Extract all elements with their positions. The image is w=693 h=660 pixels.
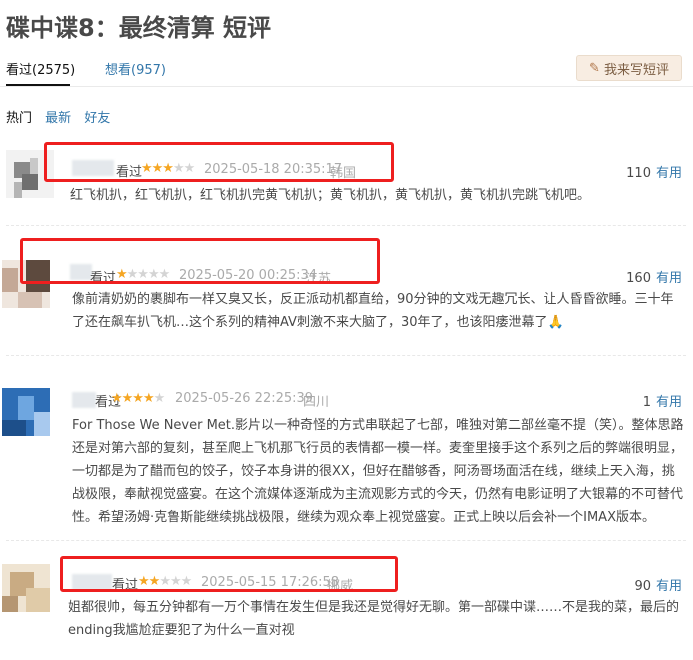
comment-line: 性。希望汤姆·克鲁斯能继续挑战极限，继续为观众奉上视觉盛宴。正式上映以后会补一个… — [72, 510, 655, 525]
vote-area: 160 有用 — [626, 267, 682, 286]
vote-area: 1 有用 — [643, 391, 682, 410]
comment-line: 一切都是为了醋而包的饺子，饺子本身讲的很XX，但好在醋够香，阿汤哥场面活在线，继… — [72, 464, 675, 479]
comment-location: 四川 — [303, 395, 330, 410]
divider — [6, 225, 686, 226]
comment-line: ending我尴尬症要犯了为什么一直对视 — [68, 623, 295, 638]
comment-item: 看过 ★★★★★ 2025-05-15 17:26:58 挪威 90 有用 姐都很… — [0, 548, 693, 660]
highlight-box — [20, 238, 380, 284]
comment-item: 看过 ★★★★★ 2025-05-20 00:25:34 江苏 160 有用 像前… — [0, 232, 693, 344]
comment-text: 红飞机扒，红飞机扒，红飞机扒完黄飞机扒；黄飞机扒，黄飞机扒，黄飞机扒完跳飞机吧。 — [70, 184, 682, 207]
vote-area: 110 有用 — [626, 162, 682, 181]
comment-line: 姐都很帅，每五分钟都有一万个事情在发生但是我还是觉得好无聊。第一部碟中谍……不是… — [68, 600, 680, 615]
comment-line: 红飞机扒，红飞机扒，红飞机扒完黄飞机扒；黄飞机扒，黄飞机扒，黄飞机扒完跳飞机吧。 — [70, 188, 591, 203]
comment-item: 看过 ★★★★★ 2025-05-18 20:35:17 韩国 110 有用 红飞… — [0, 140, 693, 212]
rating-stars: ★★★★★ — [111, 391, 165, 406]
tab-want-to-watch[interactable]: 想看(957) — [105, 59, 166, 78]
tab-watched[interactable]: 看过(2575) — [6, 59, 75, 78]
pray-emoji-icon: 🙏 — [547, 315, 564, 330]
comment-text: 像前清奶奶的裹脚布一样又臭又长，反正派动机都直给，90分钟的文戏无趣冗长、让人昏… — [72, 288, 684, 334]
avatar[interactable] — [2, 564, 50, 612]
sort-options: 热门 最新 好友 — [6, 107, 119, 126]
comment-line: 了还在飙车扒飞机…这个系列的精神AV刺激不来大脑了，30年了，也该阳痿泄幕了🙏 — [72, 315, 564, 330]
pencil-icon: ✎ — [589, 60, 600, 76]
comment-line: 还是对第六部的复刻，甚至爬上飞机那飞行员的表情都一模一样。麦奎里接手这个系列之后… — [72, 441, 684, 456]
useful-button[interactable]: 有用 — [656, 579, 682, 594]
vote-count: 110 — [626, 166, 651, 181]
vote-count: 160 — [626, 271, 651, 286]
vote-area: 90 有用 — [634, 575, 682, 594]
author-name[interactable] — [72, 392, 96, 408]
comment-text: For Those We Never Met.影片以一种奇怪的方式串联起了七部，… — [72, 414, 684, 529]
useful-button[interactable]: 有用 — [656, 271, 682, 286]
divider — [6, 355, 686, 356]
useful-button[interactable]: 有用 — [656, 166, 682, 181]
vote-count: 90 — [634, 579, 651, 594]
write-review-button[interactable]: ✎ 我来写短评 — [576, 55, 682, 81]
divider — [6, 540, 686, 541]
sort-friends[interactable]: 好友 — [84, 111, 110, 126]
highlight-box — [60, 556, 398, 592]
sort-hot[interactable]: 热门 — [6, 111, 32, 126]
useful-button[interactable]: 有用 — [656, 395, 682, 410]
page-title: 碟中谍8：最终清算 短评 — [6, 14, 272, 42]
highlight-box — [44, 142, 394, 182]
vote-count: 1 — [642, 395, 651, 410]
comment-line: 战极限，奉献视觉盛宴。在这个流媒体逐渐成为主流观影方式的今天，仍然有电影证明了大… — [72, 487, 684, 502]
active-tab-indicator — [6, 84, 70, 86]
comment-item: 看过 ★★★★★ 2025-05-26 22:25:39 四川 1 有用 For … — [0, 362, 693, 530]
sort-newest[interactable]: 最新 — [45, 111, 71, 126]
avatar[interactable] — [2, 388, 50, 436]
comment-line: For Those We Never Met.影片以一种奇怪的方式串联起了七部，… — [72, 418, 684, 433]
comment-datetime: 2025-05-26 22:25:39 — [175, 391, 314, 406]
write-review-label: 我来写短评 — [603, 62, 669, 78]
comment-text: 姐都很帅，每五分钟都有一万个事情在发生但是我还是觉得好无聊。第一部碟中谍……不是… — [68, 596, 684, 642]
comment-line: 像前清奶奶的裹脚布一样又臭又长，反正派动机都直给，90分钟的文戏无趣冗长、让人昏… — [72, 292, 674, 307]
